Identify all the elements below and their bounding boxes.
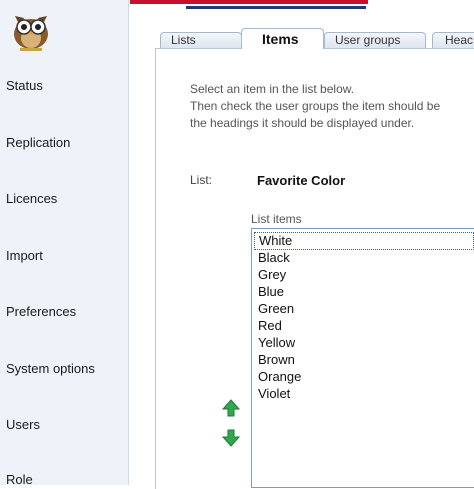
sidebar-item-system-options[interactable]: System options — [6, 361, 95, 376]
list-item[interactable]: Orange — [258, 369, 301, 384]
tab-user-groups[interactable]: User groups — [324, 32, 426, 48]
sidebar-item-licences[interactable]: Licences — [6, 191, 57, 206]
arrow-up-icon — [221, 399, 241, 417]
tab-lists[interactable]: Lists — [160, 32, 242, 48]
list-label: List: — [190, 173, 213, 187]
sidebar-item-replication[interactable]: Replication — [6, 135, 70, 150]
list-item[interactable]: Brown — [258, 352, 295, 367]
list-item[interactable]: Red — [258, 318, 282, 333]
sidebar-item-status[interactable]: Status — [6, 78, 43, 93]
list-items-label: List items — [251, 212, 302, 226]
list-item[interactable]: Violet — [258, 386, 290, 401]
instruction-line-1: Select an item in the list below. — [190, 82, 355, 96]
instruction-line-2: Then check the user groups the item shou… — [190, 99, 441, 113]
arrow-down-icon — [221, 429, 241, 447]
list-items-box[interactable]: White Black Grey Blue Green Red Yellow B… — [251, 228, 474, 488]
sidebar-item-users[interactable]: Users — [6, 417, 40, 432]
list-item[interactable]: Yellow — [258, 335, 295, 350]
sidebar-item-preferences[interactable]: Preferences — [6, 304, 76, 319]
list-name: Favorite Color — [257, 173, 346, 188]
header-accent-red — [130, 0, 368, 4]
sidebar: Status Replication Licences Import Prefe… — [0, 0, 129, 487]
list-item-selected[interactable]: White — [254, 232, 474, 250]
header-accent-blue — [186, 6, 366, 9]
move-up-button[interactable] — [221, 398, 241, 418]
owl-logo — [6, 4, 56, 52]
list-item[interactable]: Blue — [258, 284, 284, 299]
tab-items[interactable]: Items — [241, 28, 324, 49]
list-item[interactable]: Grey — [258, 267, 286, 282]
move-down-button[interactable] — [221, 428, 241, 448]
tab-headings[interactable]: Heac — [432, 32, 474, 48]
list-item[interactable]: Black — [258, 250, 290, 265]
instruction-line-3: the headings it should be displayed unde… — [190, 116, 415, 130]
list-item[interactable]: Green — [258, 301, 294, 316]
sidebar-item-import[interactable]: Import — [6, 248, 43, 263]
